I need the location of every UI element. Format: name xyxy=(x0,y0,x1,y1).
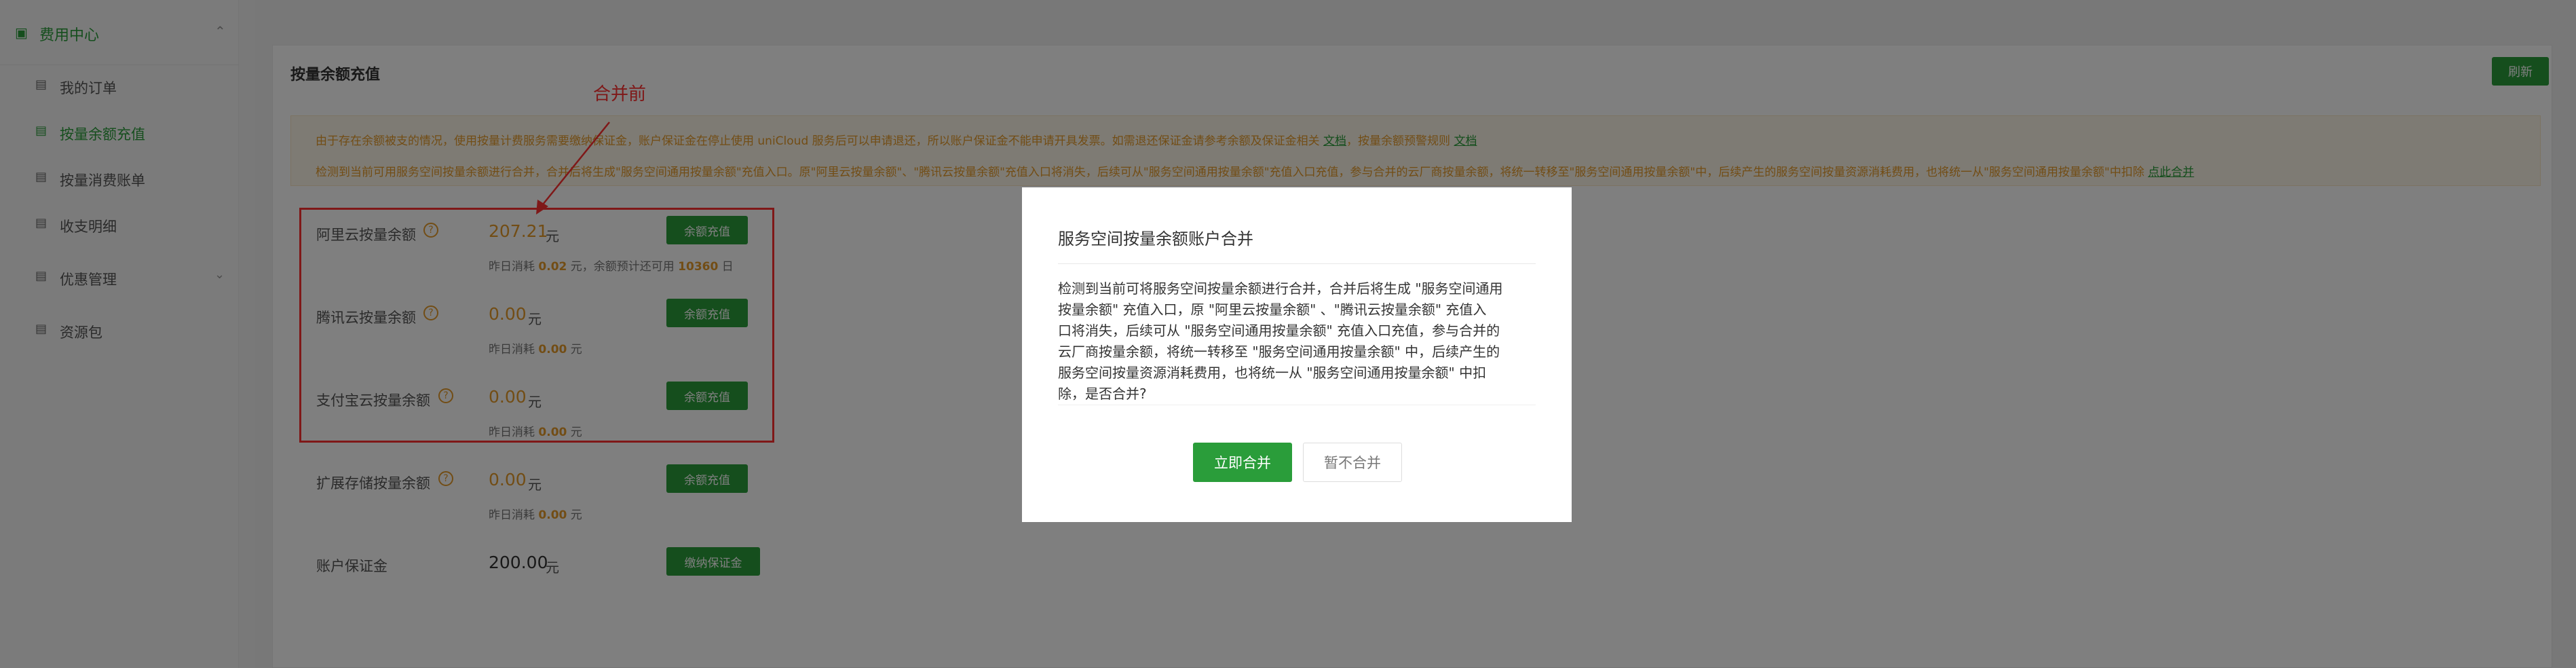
dialog-body-line: 云厂商按量余额，将统一转移至 "服务空间通用按量余额" 中，后续产生的 xyxy=(1058,344,1500,360)
dialog-title: 服务空间按量余额账户合并 xyxy=(1058,229,1253,248)
dialog-body-line: 按量余额" 充值入口，原 "阿里云按量余额" 、"腾讯云按量余额" 充值入 xyxy=(1058,301,1487,318)
dialog-body-line: 除，是否合并? xyxy=(1058,386,1147,402)
dialog-body: 检测到当前可将服务空间按量余额进行合并，合并后将生成 "服务空间通用 按量余额"… xyxy=(1058,278,1536,405)
dialog-body-line: 服务空间按量资源消耗费用，也将统一从 "服务空间通用按量余额" 中扣 xyxy=(1058,365,1487,381)
skip-merge-button[interactable]: 暂不合并 xyxy=(1303,443,1402,482)
dialog-body-line: 口将消失，后续可从 "服务空间通用按量余额" 充值入口充值，参与合并的 xyxy=(1058,322,1500,339)
merge-now-button[interactable]: 立即合并 xyxy=(1193,443,1292,482)
divider xyxy=(1058,263,1536,264)
dialog-body-line: 检测到当前可将服务空间按量余额进行合并，合并后将生成 "服务空间通用 xyxy=(1058,280,1503,297)
merge-dialog: 服务空间按量余额账户合并 检测到当前可将服务空间按量余额进行合并，合并后将生成 … xyxy=(1022,187,1572,522)
